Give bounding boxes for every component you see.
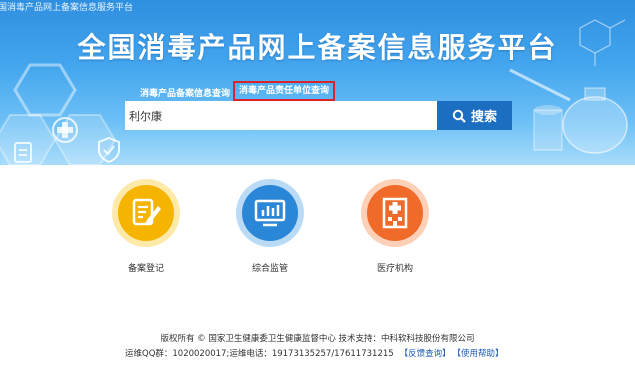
category-comprehensive-supervision[interactable]: 综合监管 [225, 179, 315, 274]
feedback-link[interactable]: 【反馈查询】 [400, 349, 451, 359]
footer-copyright: 版权所有 © 国家卫生健康委卫生健康监督中心 技术支持：中科软科技股份有限公司 [160, 334, 475, 344]
medical-circle [361, 179, 429, 247]
small-site-title: 国消毒产品网上备案信息服务平台 [0, 3, 134, 13]
monitor-chart-icon [254, 199, 286, 227]
hospital-icon [382, 197, 408, 229]
footer-contact: 运维QQ群：1020020017;运维电话：19173135257/176117… [125, 349, 394, 359]
lab-glassware-decoration [509, 19, 628, 154]
supervision-label: 综合监管 [251, 264, 288, 274]
search-input[interactable] [125, 101, 437, 130]
filing-circle [112, 179, 180, 247]
category-medical-institution[interactable]: 医疗机构 [350, 179, 440, 274]
search-icon [452, 109, 466, 123]
filing-label: 备案登记 [127, 264, 164, 274]
header-banner: 国消毒产品网上备案信息服务平台 全国消毒产品网上备案信息服务平台 消毒产品备案信… [0, 0, 635, 165]
footer-contact-line: 运维QQ群：1020020017;运维电话：19173135257/176117… [125, 347, 503, 359]
page-title: 全国消毒产品网上备案信息服务平台 [77, 31, 558, 64]
search-button-label: 搜索 [470, 110, 497, 125]
search-button[interactable]: 搜索 [437, 101, 512, 130]
medical-cross-icon [52, 117, 78, 143]
category-filing-registration[interactable]: 备案登记 [101, 179, 191, 274]
supervision-circle [236, 179, 304, 247]
tab-responsible-unit-query[interactable]: 消毒产品责任单位查询 [233, 81, 335, 101]
shield-check-icon [98, 136, 120, 164]
help-link[interactable]: 【使用帮助】 [457, 349, 504, 359]
medical-label: 医疗机构 [376, 264, 413, 274]
tab-product-filing-query[interactable]: 消毒产品备案信息查询 [140, 86, 230, 99]
edit-document-icon [132, 198, 161, 226]
clipboard-icon [14, 142, 32, 163]
